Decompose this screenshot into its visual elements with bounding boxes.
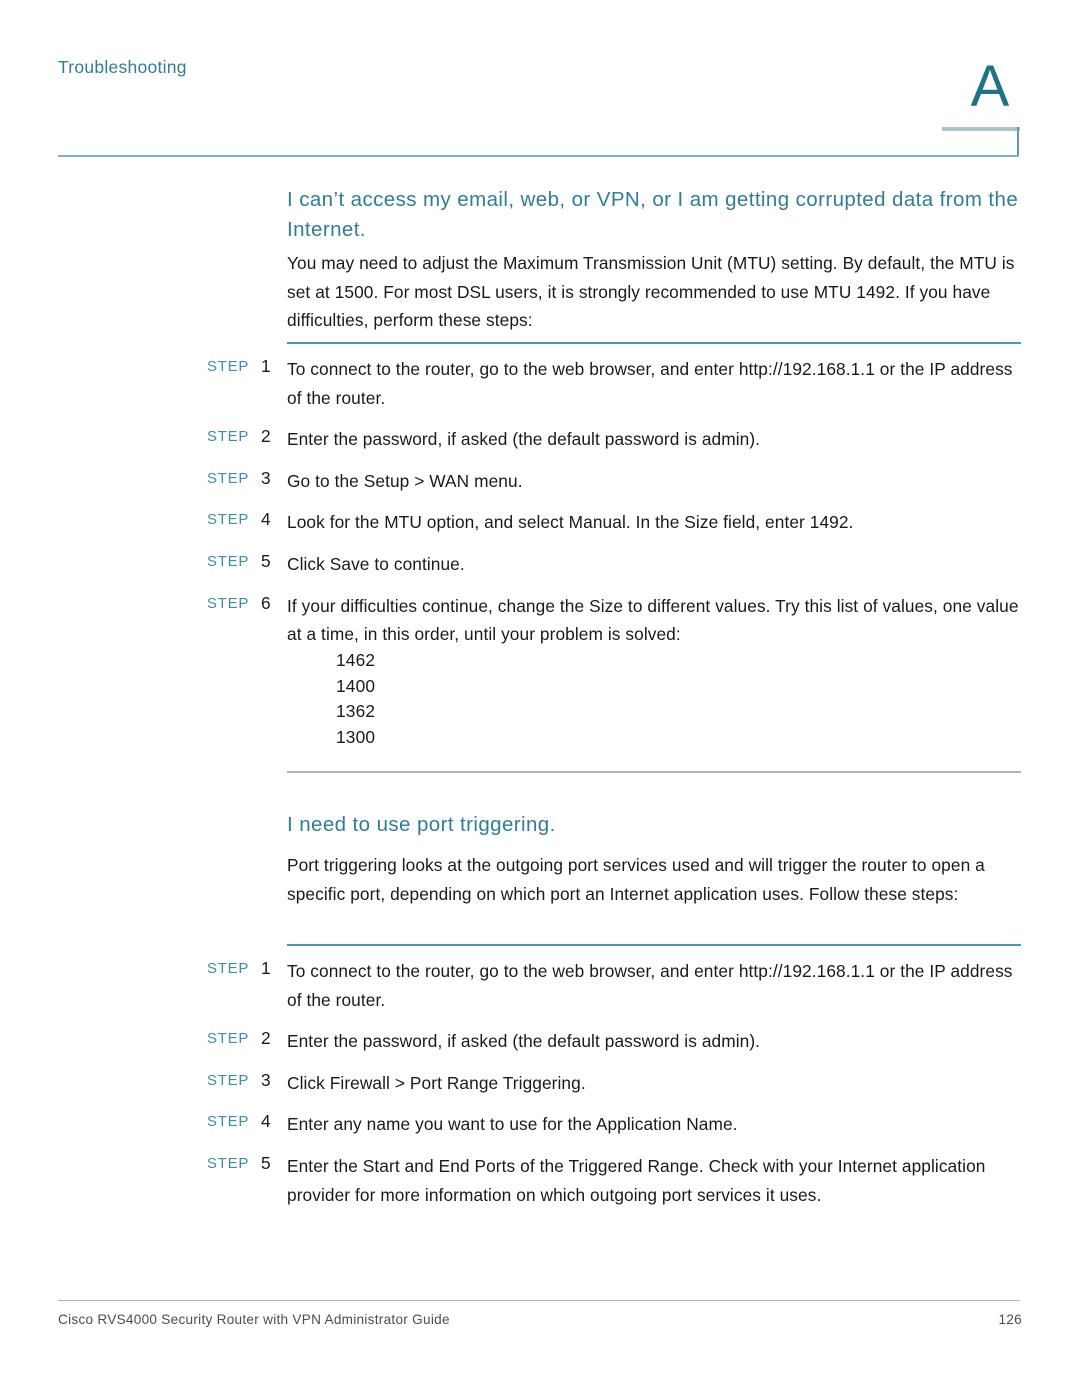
step-item: STEP 4 Look for the MTU option, and sele… [0,508,1080,537]
step-item: STEP 2 Enter the password, if asked (the… [0,1027,1080,1056]
step-number: 2 [261,426,271,447]
footer-page-number: 126 [998,1312,1022,1327]
step-number: 3 [261,467,271,488]
step-item: STEP 5 Enter the Start and End Ports of … [0,1152,1080,1209]
mtu-value: 1300 [336,726,376,747]
step-text: To connect to the router, go to the web … [287,961,1013,1010]
step-text: Click Firewall > Port Range Triggering. [287,1072,586,1093]
document-page: Troubleshooting A I can’t access my emai… [0,0,1080,1397]
footer-divider-rule [58,1300,1020,1301]
footer-guide-title: Cisco RVS4000 Security Router with VPN A… [58,1312,450,1327]
mtu-value: 1362 [336,701,376,722]
step-text: Go to the Setup > WAN menu. [287,470,523,491]
step-number: 2 [261,1028,271,1049]
header-divider-rule [58,155,1019,157]
steps-top-rule-mtu [287,342,1021,344]
step-number: 5 [261,1152,271,1173]
step-text: Click Save to continue. [287,553,465,574]
step-item: STEP 3 Click Firewall > Port Range Trigg… [0,1069,1080,1098]
header-tab-accent-bar [942,127,1020,131]
step-item: STEP 2 Enter the password, if asked (the… [0,425,1080,454]
step-number: 1 [261,356,271,376]
section-divider-rule [287,771,1021,773]
step-text: Enter any name you want to use for the A… [287,1114,738,1135]
step-number: 4 [261,509,271,530]
step-item: STEP 5 Click Save to continue. [0,550,1080,579]
step-item: STEP 6 If your difficulties continue, ch… [0,592,1080,649]
step-text: If your difficulties continue, change th… [287,595,1019,645]
step-list-mtu: STEP 1 To connect to the router, go to t… [0,355,1080,662]
header-tab-connector [1017,127,1019,157]
step-item: STEP 3 Go to the Setup > WAN menu. [0,467,1080,496]
step-item: STEP 1 To connect to the router, go to t… [0,957,1080,1014]
step-text: Enter the password, if asked (the defaul… [287,429,761,450]
running-header-title: Troubleshooting [58,57,187,77]
step-number: 6 [261,592,271,613]
step-text: To connect to the router, go to the web … [287,359,1013,408]
mtu-value-list: 1462 1400 1362 1300 [336,648,375,750]
step-number: 3 [261,1069,271,1090]
mtu-value: 1462 [336,650,376,670]
appendix-letter: A [970,54,1010,119]
step-item: STEP 4 Enter any name you want to use fo… [0,1110,1080,1139]
step-text: Look for the MTU option, and select Manu… [287,512,854,533]
section-paragraph-port-triggering: Port triggering looks at the outgoing po… [287,855,985,904]
section-heading-mtu: I can’t access my email, web, or VPN, or… [287,188,1019,241]
step-number: 1 [261,958,271,978]
section-heading-port-triggering: I need to use port triggering. [287,813,556,836]
step-list-port-triggering: STEP 1 To connect to the router, go to t… [0,957,1080,1222]
step-number: 4 [261,1111,271,1132]
section-paragraph-mtu: You may need to adjust the Maximum Trans… [287,253,1015,331]
step-text: Enter the Start and End Ports of the Tri… [287,1155,986,1205]
step-text: Enter the password, if asked (the defaul… [287,1031,761,1052]
mtu-value: 1400 [336,675,376,696]
steps-top-rule-port-triggering [287,944,1021,946]
step-item: STEP 1 To connect to the router, go to t… [0,355,1080,412]
step-number: 5 [261,550,271,571]
